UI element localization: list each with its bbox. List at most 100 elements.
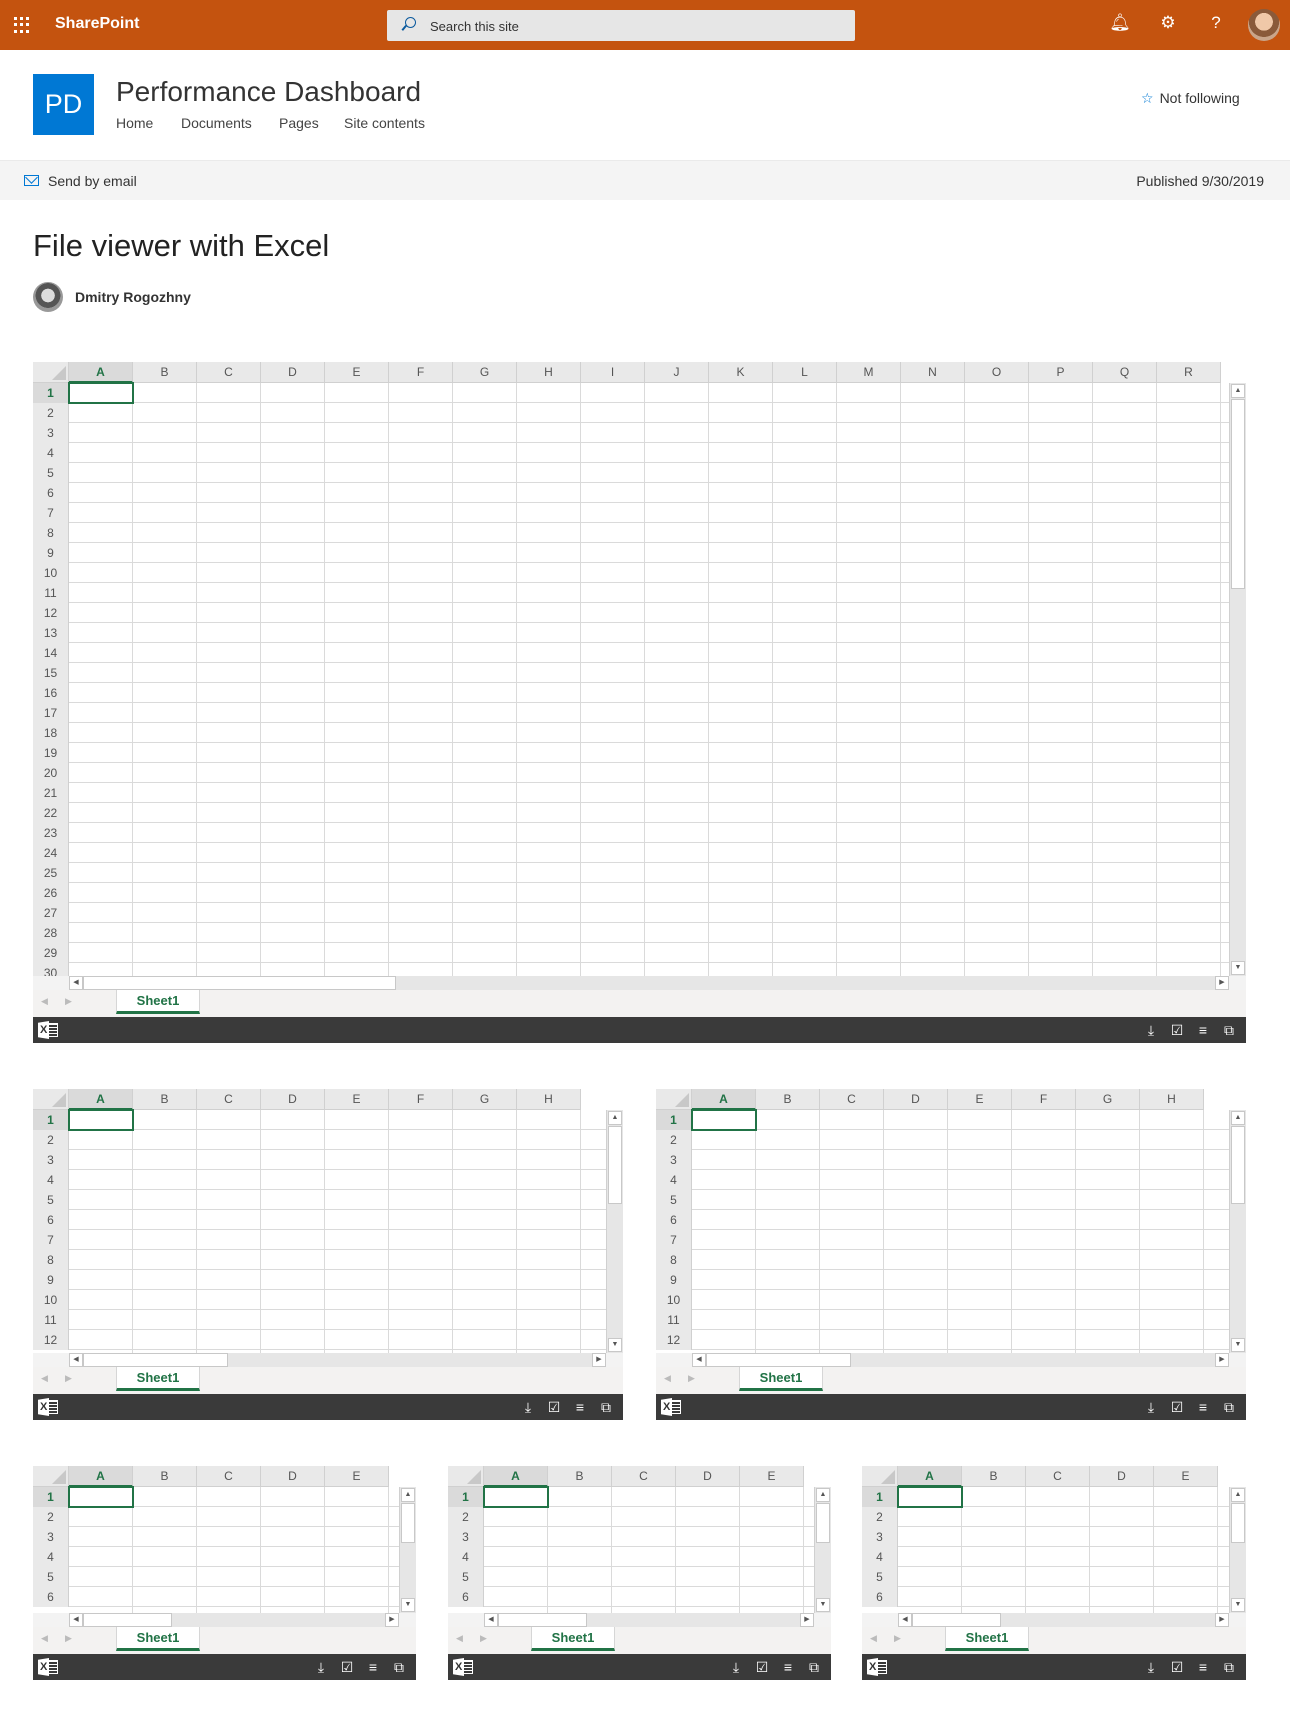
column-header[interactable]: E — [325, 1089, 389, 1110]
vertical-scrollbar[interactable]: ▲ ▼ — [606, 1110, 623, 1353]
next-sheet-icon[interactable]: ▶ — [480, 1633, 487, 1644]
nav-site-contents[interactable]: Site contents — [344, 115, 425, 131]
column-header[interactable]: E — [325, 1466, 389, 1487]
scroll-thumb[interactable] — [816, 1503, 830, 1543]
scroll-track[interactable]: ◀ ▶ — [898, 1613, 1229, 1627]
row-header[interactable]: 7 — [33, 1230, 69, 1250]
vertical-scrollbar[interactable]: ▲ ▼ — [1229, 1487, 1246, 1613]
edit-workbook-icon[interactable]: ☑ — [1168, 1398, 1186, 1416]
column-header[interactable]: A — [484, 1466, 548, 1487]
row-header[interactable]: 5 — [33, 1190, 69, 1210]
scroll-down-button[interactable]: ▼ — [816, 1598, 830, 1612]
scroll-thumb[interactable] — [1231, 1126, 1245, 1204]
scroll-thumb[interactable] — [498, 1613, 587, 1627]
fullscreen-icon[interactable]: ⧉ — [1220, 1658, 1238, 1676]
row-header[interactable]: 8 — [656, 1250, 692, 1270]
row-header[interactable]: 19 — [33, 743, 69, 763]
column-header[interactable]: E — [1154, 1466, 1218, 1487]
row-header[interactable]: 9 — [33, 543, 69, 563]
row-header[interactable]: 3 — [656, 1150, 692, 1170]
horizontal-scrollbar[interactable]: ◀ ▶ — [33, 976, 1246, 990]
row-header[interactable]: 9 — [656, 1270, 692, 1290]
cell-grid[interactable] — [69, 1110, 606, 1353]
grid-area[interactable]: A B C D E 1 2 3 4 5 6 ▲ ▼ — [448, 1466, 831, 1613]
row-header[interactable]: 1 — [33, 1110, 69, 1130]
details-icon[interactable]: ≡ — [1194, 1398, 1212, 1416]
row-header[interactable]: 2 — [33, 1507, 69, 1527]
row-header[interactable]: 18 — [33, 723, 69, 743]
scroll-left-button[interactable]: ◀ — [692, 1353, 706, 1367]
avatar[interactable] — [1248, 9, 1280, 41]
scroll-left-button[interactable]: ◀ — [484, 1613, 498, 1627]
selected-cell[interactable] — [691, 1109, 757, 1131]
row-header[interactable]: 2 — [33, 1130, 69, 1150]
sheet-tab[interactable]: Sheet1 — [116, 990, 200, 1014]
column-header[interactable]: B — [133, 1466, 197, 1487]
column-header[interactable]: I — [581, 362, 645, 383]
column-header[interactable]: G — [1076, 1089, 1140, 1110]
details-icon[interactable]: ≡ — [571, 1398, 589, 1416]
search-input[interactable]: Search this site — [430, 19, 519, 34]
row-header[interactable]: 17 — [33, 703, 69, 723]
scroll-thumb[interactable] — [608, 1126, 622, 1204]
sheet-tab[interactable]: Sheet1 — [531, 1627, 615, 1651]
column-header[interactable]: D — [676, 1466, 740, 1487]
edit-workbook-icon[interactable]: ☑ — [1168, 1021, 1186, 1039]
row-header[interactable]: 30 — [33, 963, 69, 976]
grid-area[interactable]: A B C D E F G H 1 2 3 4 5 6 7 8 9 10 11 12 ▲ ▼ — [656, 1089, 1246, 1353]
column-header[interactable]: C — [612, 1466, 676, 1487]
row-header[interactable]: 7 — [33, 503, 69, 523]
column-header[interactable]: P — [1029, 362, 1093, 383]
prev-sheet-icon[interactable]: ◀ — [870, 1633, 877, 1644]
row-header[interactable]: 4 — [656, 1170, 692, 1190]
row-header[interactable]: 12 — [33, 1330, 69, 1350]
waffle-icon[interactable] — [14, 17, 30, 33]
scroll-thumb[interactable] — [83, 1353, 228, 1367]
row-header[interactable]: 14 — [33, 643, 69, 663]
scroll-thumb[interactable] — [401, 1503, 415, 1543]
column-header[interactable]: B — [133, 1089, 197, 1110]
scroll-right-button[interactable]: ▶ — [592, 1353, 606, 1367]
row-header[interactable]: 27 — [33, 903, 69, 923]
select-all-corner[interactable] — [33, 1466, 69, 1487]
cell-grid[interactable] — [692, 1110, 1229, 1353]
row-header[interactable]: 11 — [33, 1310, 69, 1330]
column-header[interactable]: F — [389, 1089, 453, 1110]
row-header[interactable]: 7 — [656, 1230, 692, 1250]
row-header[interactable]: 3 — [33, 1527, 69, 1547]
column-header[interactable]: R — [1157, 362, 1221, 383]
column-header[interactable]: C — [197, 1466, 261, 1487]
scroll-up-button[interactable]: ▲ — [1231, 1111, 1245, 1125]
row-header[interactable]: 26 — [33, 883, 69, 903]
row-header[interactable]: 2 — [448, 1507, 484, 1527]
row-header[interactable]: 3 — [448, 1527, 484, 1547]
row-header[interactable]: 16 — [33, 683, 69, 703]
selected-cell[interactable] — [68, 1109, 134, 1131]
scroll-thumb[interactable] — [83, 1613, 172, 1627]
row-header[interactable]: 20 — [33, 763, 69, 783]
fullscreen-icon[interactable]: ⧉ — [1220, 1021, 1238, 1039]
row-header[interactable]: 4 — [33, 1547, 69, 1567]
scroll-left-button[interactable]: ◀ — [69, 1613, 83, 1627]
scroll-left-button[interactable]: ◀ — [69, 976, 83, 990]
row-header[interactable]: 6 — [862, 1587, 898, 1607]
row-header[interactable]: 3 — [33, 1150, 69, 1170]
scroll-down-button[interactable]: ▼ — [401, 1598, 415, 1612]
download-icon[interactable]: ⤓ — [1142, 1021, 1160, 1039]
row-header[interactable]: 24 — [33, 843, 69, 863]
row-header[interactable]: 11 — [33, 583, 69, 603]
row-header[interactable]: 5 — [33, 463, 69, 483]
edit-workbook-icon[interactable]: ☑ — [753, 1658, 771, 1676]
edit-workbook-icon[interactable]: ☑ — [338, 1658, 356, 1676]
prev-sheet-icon[interactable]: ◀ — [664, 1373, 671, 1384]
row-header[interactable]: 4 — [33, 443, 69, 463]
grid-area[interactable]: A B C D E F G H I J K L M N O P Q R 1 2 3 4 5 6 7 8 9 10 11 12 13 14 15 1… — [33, 362, 1246, 976]
download-icon[interactable]: ⤓ — [519, 1398, 537, 1416]
sheet-tab[interactable]: Sheet1 — [116, 1627, 200, 1651]
selected-cell[interactable] — [897, 1486, 963, 1508]
scroll-track[interactable]: ◀ ▶ — [69, 1353, 606, 1367]
column-header[interactable]: E — [740, 1466, 804, 1487]
row-header[interactable]: 8 — [33, 1250, 69, 1270]
scroll-right-button[interactable]: ▶ — [385, 1613, 399, 1627]
column-header[interactable]: H — [517, 1089, 581, 1110]
